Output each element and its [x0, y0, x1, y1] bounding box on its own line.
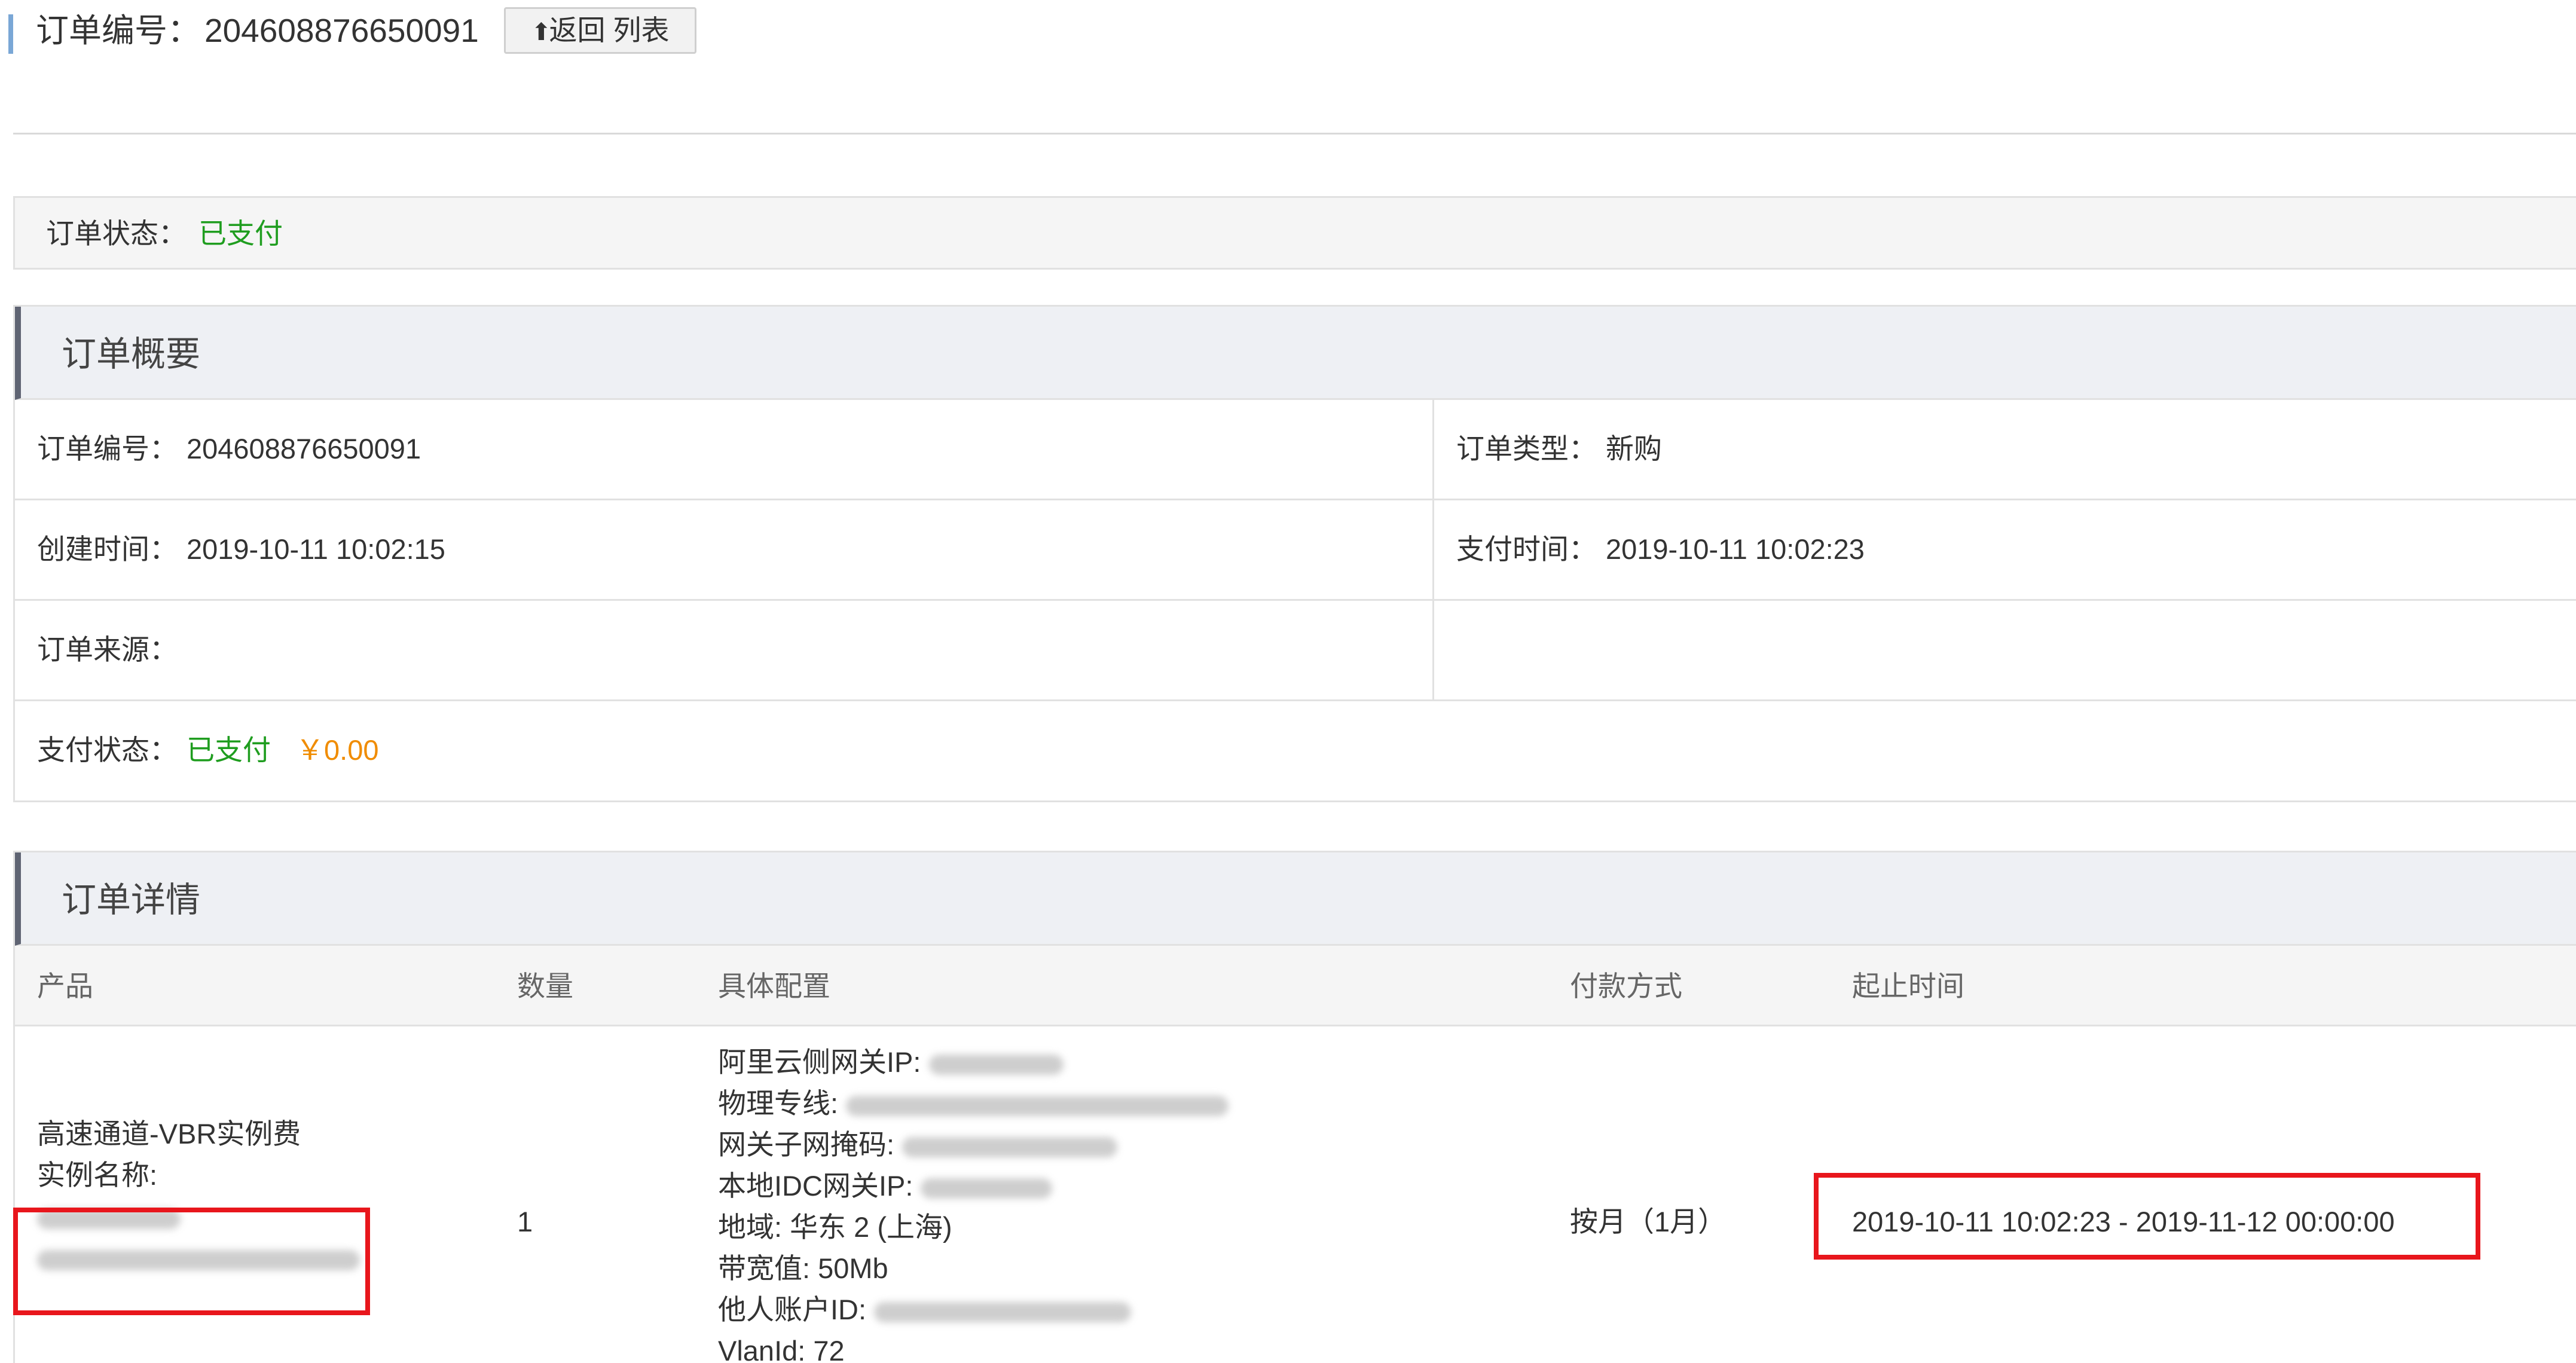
detail-table-header: 产品 数量 具体配置 付款方式 起止时间 [15, 946, 2576, 1026]
config-physical-line-label: 物理专线: [718, 1087, 839, 1119]
order-status-label: 订单状态： [46, 218, 187, 249]
paid-time-label: 支付时间： [1456, 533, 1597, 565]
empty-cell [1434, 601, 2576, 699]
up-arrow-icon: ⬆ [531, 19, 551, 45]
order-number-cell: 订单编号： 204608876650091 [15, 400, 1434, 499]
config-subnet-mask-label: 网关子网掩码: [718, 1129, 895, 1160]
order-summary-panel: 订单概要 订单编号： 204608876650091 订单类型： 新购 创建时间… [13, 305, 2576, 802]
column-header-quantity: 数量 [517, 970, 573, 1002]
summary-row-order-number: 订单编号： 204608876650091 订单类型： 新购 [15, 400, 2576, 500]
order-type-label: 订单类型： [1456, 433, 1597, 464]
column-header-config: 具体配置 [718, 970, 830, 1002]
config-subnet-mask: 网关子网掩码: [718, 1127, 1229, 1168]
order-detail-page: 订单编号： 204608876650091 ⬆返回 列表 订单状态： 已支付 订… [0, 0, 2576, 1363]
header-accent-bar [8, 14, 13, 54]
order-type-value: 新购 [1606, 433, 1662, 464]
column-header-period: 起止时间 [1852, 970, 1964, 1002]
order-summary-header: 订单概要 [15, 307, 2576, 400]
page-header: 订单编号： 204608876650091 ⬆返回 列表 [0, 0, 2576, 135]
quantity-value: 1 [517, 1206, 533, 1237]
column-header-product: 产品 [37, 970, 93, 1002]
config-vlan-label: VlanId: [718, 1335, 806, 1363]
pay-status-value: 已支付 [187, 734, 271, 766]
config-gateway-ip: 阿里云侧网关IP: [718, 1044, 1229, 1086]
config-bandwidth: 带宽值: 50Mb [718, 1251, 1229, 1292]
summary-row-times: 创建时间： 2019-10-11 10:02:15 支付时间： 2019-10-… [15, 500, 2576, 601]
summary-row-source: 订单来源： [15, 601, 2576, 701]
config-physical-line: 物理专线: [718, 1086, 1229, 1127]
payment-method-value: 按月（1月） [1570, 1206, 1726, 1237]
paid-time-cell: 支付时间： 2019-10-11 10:02:23 [1434, 500, 2576, 599]
back-to-list-button[interactable]: ⬆返回 列表 [504, 7, 696, 54]
config-region-label: 地域: [718, 1211, 783, 1243]
paid-time-value: 2019-10-11 10:02:23 [1606, 533, 1865, 565]
instance-name-label: 实例名称: [37, 1159, 158, 1191]
order-detail-header: 订单详情 [15, 852, 2576, 946]
order-number-value: 204608876650091 [187, 433, 421, 464]
config-gateway-ip-label: 阿里云侧网关IP: [718, 1046, 921, 1078]
summary-row-pay-status: 支付状态： 已支付 ￥0.00 [15, 701, 2576, 802]
period-highlight [1814, 1173, 2480, 1260]
order-summary-title: 订单概要 [62, 335, 201, 374]
product-name: 高速通道-VBR实例费 [37, 1118, 301, 1150]
config-account-id-label: 他人账户ID: [718, 1294, 867, 1325]
order-detail-title: 订单详情 [62, 881, 201, 919]
config-bandwidth-label: 带宽值: [718, 1252, 811, 1284]
created-time-value: 2019-10-11 10:02:15 [187, 533, 445, 565]
created-time-label: 创建时间： [37, 533, 178, 565]
config-cell: 阿里云侧网关IP: 物理专线: 网关子网掩码: 本地IDC网关IP: 地域: 华… [718, 1044, 1229, 1363]
order-type-cell: 订单类型： 新购 [1434, 400, 2576, 499]
page-title-label: 订单编号： [36, 12, 201, 49]
header-divider [13, 133, 2576, 135]
order-number-label: 订单编号： [37, 433, 178, 464]
config-idc-gateway-label: 本地IDC网关IP: [718, 1170, 913, 1202]
config-region: 地域: 华东 2 (上海) [718, 1209, 1229, 1251]
config-bandwidth-value: 50Mb [818, 1252, 888, 1284]
pay-status-label: 支付状态： [37, 734, 178, 766]
order-source-label: 订单来源： [37, 634, 178, 665]
pay-amount: ￥0.00 [296, 734, 379, 766]
created-time-cell: 创建时间： 2019-10-11 10:02:15 [15, 500, 1434, 599]
pay-status-cell: 支付状态： 已支付 ￥0.00 [15, 701, 2576, 802]
order-source-cell: 订单来源： [15, 601, 1434, 699]
order-detail-panel: 订单详情 产品 数量 具体配置 付款方式 起止时间 高速通道-VBR实例费 实例… [13, 851, 2576, 1363]
page-title-order-number: 204608876650091 [204, 12, 479, 49]
config-idc-gateway: 本地IDC网关IP: [718, 1168, 1229, 1209]
config-region-value: 华东 2 (上海) [790, 1211, 952, 1243]
config-vlan: VlanId: 72 [718, 1333, 1229, 1363]
order-status-value: 已支付 [198, 218, 283, 249]
config-vlan-value: 72 [813, 1335, 845, 1363]
config-account-id: 他人账户ID: [718, 1292, 1229, 1333]
back-button-label: 返回 列表 [549, 14, 670, 46]
instance-name-highlight [13, 1208, 370, 1315]
column-header-payment: 付款方式 [1570, 970, 1682, 1002]
order-status-bar: 订单状态： 已支付 [13, 196, 2576, 270]
